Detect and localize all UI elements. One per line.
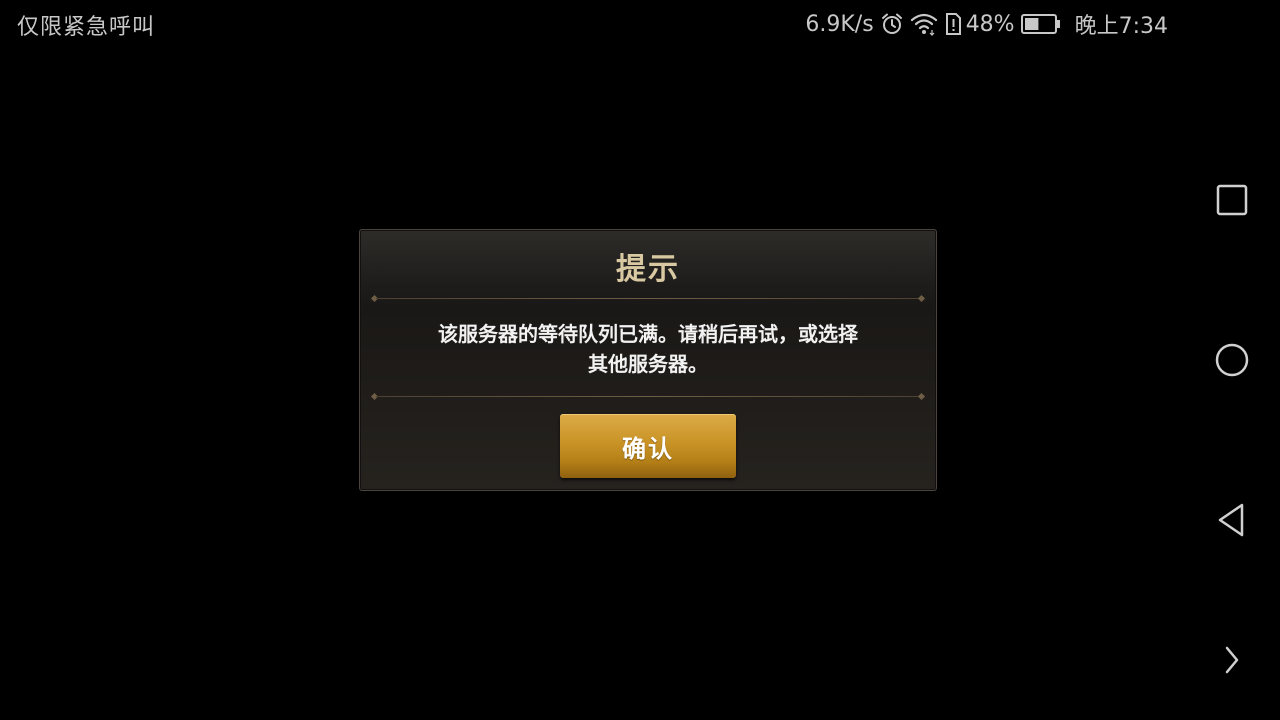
alarm-icon	[880, 12, 904, 36]
title-divider	[370, 294, 926, 303]
dialog-title: 提示	[616, 252, 680, 287]
server-queue-full-dialog: 提示 该服务器的等待队列已满。请稍后再试，或选择 其他服务器。 确认	[359, 229, 937, 491]
recent-apps-icon	[1216, 184, 1248, 216]
home-button[interactable]	[1210, 338, 1254, 382]
confirm-button[interactable]: 确认	[560, 414, 736, 478]
screen: 仅限紧急呼叫 6.9K/s 48% 晚上7:34 提示 该服务器的等待队列已满。…	[0, 0, 1280, 720]
clock: 晚上7:34	[1074, 14, 1168, 39]
button-divider	[370, 392, 926, 401]
battery-percent: 48%	[965, 11, 1015, 37]
navigation-bar	[1180, 0, 1280, 720]
expand-nav-button[interactable]	[1210, 638, 1254, 682]
recent-apps-button[interactable]	[1210, 178, 1254, 222]
back-icon	[1218, 503, 1244, 537]
wifi-icon	[910, 12, 938, 36]
back-button[interactable]	[1210, 498, 1254, 542]
carrier-status: 仅限紧急呼叫	[17, 15, 156, 40]
status-bar: 仅限紧急呼叫 6.9K/s 48% 晚上7:34	[0, 0, 1180, 48]
status-indicators: 6.9K/s 48% 晚上7:34	[805, 8, 1168, 40]
dialog-message-line-1: 该服务器的等待队列已满。请稍后再试，或选择	[438, 322, 858, 346]
dialog-message-line-2: 其他服务器。	[588, 352, 708, 376]
sim-alert-icon	[944, 12, 962, 36]
dialog-message: 该服务器的等待队列已满。请稍后再试，或选择 其他服务器。	[400, 319, 896, 379]
chevron-right-icon	[1225, 646, 1239, 674]
home-icon	[1215, 343, 1249, 377]
battery-icon	[1020, 13, 1061, 35]
network-speed: 6.9K/s	[805, 11, 874, 37]
